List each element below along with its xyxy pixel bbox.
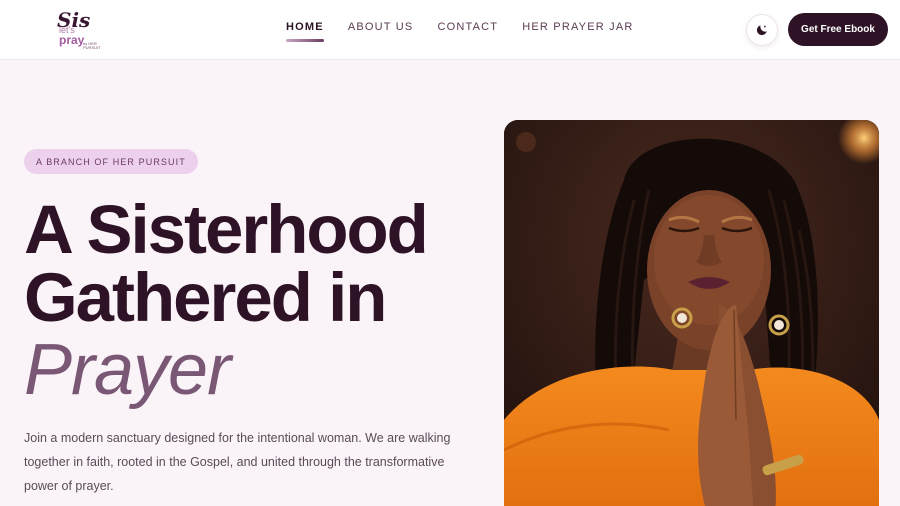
- theme-toggle-button[interactable]: [746, 14, 778, 46]
- headline-line-3: Prayer: [24, 330, 231, 410]
- get-free-ebook-button[interactable]: Get Free Ebook: [788, 13, 888, 46]
- main-nav: HOME ABOUT US CONTACT HER PRAYER JAR: [286, 20, 658, 42]
- nav-link-about-us[interactable]: ABOUT US: [348, 20, 414, 36]
- hero-headline: A Sisterhood Gathered in Prayer: [24, 191, 484, 410]
- logo-text-pray: pray: [59, 33, 85, 47]
- headline-line-1: A Sisterhood: [24, 191, 429, 268]
- nav-link-contact[interactable]: CONTACT: [437, 20, 498, 36]
- hero-description: Join a modern sanctuary designed for the…: [24, 431, 451, 493]
- site-header: Sis let's pray by HER PURSUIT HOME ABOUT…: [0, 0, 900, 60]
- logo-text-by: by HER PURSUIT: [83, 41, 101, 50]
- site-logo[interactable]: Sis let's pray by HER PURSUIT: [55, 10, 105, 50]
- praying-woman-image: [504, 120, 879, 506]
- headline-line-2: Gathered in: [24, 259, 387, 336]
- nav-link-home[interactable]: HOME: [286, 20, 324, 42]
- moon-icon: [756, 25, 767, 36]
- hero-badge: A BRANCH OF HER PURSUIT: [24, 149, 198, 174]
- hero-photo: [504, 120, 879, 506]
- nav-link-her-prayer-jar[interactable]: HER PRAYER JAR: [522, 20, 633, 36]
